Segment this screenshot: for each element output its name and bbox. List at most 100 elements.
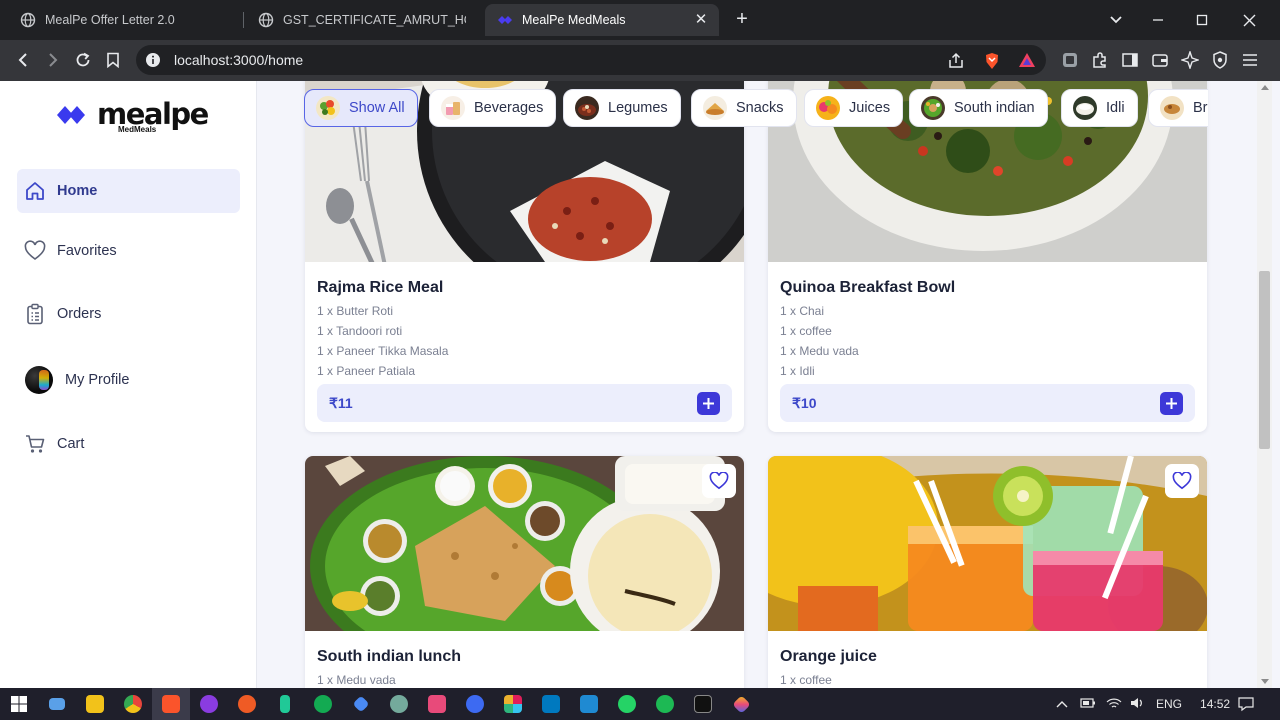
- tab-title: GST_CERTIFICATE_AMRUT_HOSPITA: [283, 13, 466, 27]
- system-tray: ENG 14:52: [1056, 688, 1230, 720]
- add-to-cart-button[interactable]: [697, 392, 720, 415]
- tab-divider: [243, 12, 244, 28]
- address-bar[interactable]: localhost:3000/home: [136, 45, 1046, 75]
- close-window-icon[interactable]: [1237, 8, 1261, 32]
- slack-icon[interactable]: [494, 688, 532, 720]
- chatgpt-icon[interactable]: [380, 688, 418, 720]
- page-scrollbar[interactable]: [1257, 81, 1272, 688]
- price-bar: ₹11: [317, 384, 732, 422]
- maximize-icon[interactable]: [1190, 8, 1214, 32]
- mongodb-icon[interactable]: [304, 688, 342, 720]
- sidebar-item-favorites[interactable]: Favorites: [17, 229, 240, 273]
- app-icon-blue-check[interactable]: [456, 688, 494, 720]
- app-icon-multicolor[interactable]: [722, 688, 760, 720]
- sidebar-item-my-profile[interactable]: My Profile: [21, 358, 244, 402]
- new-tab-button[interactable]: +: [730, 8, 754, 32]
- category-chip-show-all[interactable]: Show All: [304, 89, 418, 127]
- category-label: Show All: [349, 100, 405, 116]
- app-icon-green-bolt[interactable]: [266, 688, 304, 720]
- category-chip-juices[interactable]: Juices: [804, 89, 904, 127]
- file-explorer-icon[interactable]: [76, 688, 114, 720]
- meal-item: 1 x Chai: [780, 304, 825, 318]
- scrollbar-thumb[interactable]: [1259, 271, 1270, 449]
- back-icon[interactable]: [11, 48, 35, 72]
- sidebar: mealpe MedMeals Home Favorites Orders My…: [0, 81, 257, 688]
- chevron-up-icon[interactable]: [1056, 697, 1068, 711]
- info-icon[interactable]: [145, 52, 161, 68]
- category-chip-beverages[interactable]: Beverages: [429, 89, 557, 127]
- tab-search-icon[interactable]: [1104, 8, 1128, 32]
- scroll-down-icon[interactable]: [1261, 679, 1269, 684]
- browser-tab[interactable]: MealPe Offer Letter 2.0: [8, 4, 240, 36]
- brave-rewards-icon[interactable]: [1018, 51, 1036, 69]
- postman-icon[interactable]: [228, 688, 266, 720]
- whatsapp-icon[interactable]: [608, 688, 646, 720]
- browser-toolbar: localhost:3000/home: [0, 40, 1280, 81]
- category-chip-snacks[interactable]: Snacks: [691, 89, 797, 127]
- main-content: Rajma Rice Meal 1 x Butter Roti 1 x Tand…: [257, 81, 1257, 688]
- meal-card[interactable]: Quinoa Breakfast Bowl 1 x Chai 1 x coffe…: [768, 81, 1207, 432]
- sidebar-icon[interactable]: [1121, 51, 1139, 69]
- breakfast-icon: [1160, 96, 1184, 120]
- language-indicator[interactable]: ENG: [1156, 697, 1182, 711]
- scroll-up-icon[interactable]: [1261, 85, 1269, 90]
- wallet-icon[interactable]: [1151, 51, 1169, 69]
- add-to-cart-button[interactable]: [1160, 392, 1183, 415]
- heart-icon: [1172, 472, 1192, 490]
- browser-tab-active[interactable]: MealPe MedMeals ✕: [485, 4, 719, 36]
- clipboard-icon: [23, 302, 47, 326]
- brave-shield-icon[interactable]: [983, 52, 1001, 70]
- tab-title: MealPe MedMeals: [522, 13, 626, 27]
- wifi-icon[interactable]: [1106, 697, 1122, 712]
- minimize-icon[interactable]: [1146, 8, 1170, 32]
- spotify-icon[interactable]: [646, 688, 684, 720]
- category-label: Beverages: [474, 100, 544, 116]
- vpn-icon[interactable]: [1211, 51, 1229, 69]
- brave-browser-icon[interactable]: [152, 688, 190, 720]
- mealpe-logo[interactable]: mealpe MedMeals: [57, 97, 209, 139]
- share-icon[interactable]: [947, 52, 965, 70]
- chrome-icon[interactable]: [114, 688, 152, 720]
- forward-icon[interactable]: [41, 48, 65, 72]
- sidebar-item-orders[interactable]: Orders: [17, 292, 240, 336]
- battery-icon[interactable]: [1080, 697, 1096, 712]
- extension-icon[interactable]: [1061, 51, 1079, 69]
- favorite-button[interactable]: [702, 464, 736, 498]
- trello-icon[interactable]: [532, 688, 570, 720]
- vscode-icon[interactable]: [570, 688, 608, 720]
- puzzle-icon[interactable]: [1091, 51, 1109, 69]
- task-view-icon[interactable]: [38, 688, 76, 720]
- sidebar-item-home[interactable]: Home: [17, 169, 240, 213]
- windows-start-icon[interactable]: [0, 688, 38, 720]
- category-chip-south-indian[interactable]: South indian: [909, 89, 1048, 127]
- sidebar-item-cart[interactable]: Cart: [17, 422, 240, 466]
- gemini-icon[interactable]: [342, 688, 380, 720]
- category-label: Br: [1193, 100, 1208, 116]
- favorite-button[interactable]: [1165, 464, 1199, 498]
- app-icon-pink[interactable]: [418, 688, 456, 720]
- category-chip-breakfast[interactable]: Br: [1148, 89, 1208, 127]
- volume-icon[interactable]: [1130, 697, 1144, 712]
- app-icon-dark[interactable]: [684, 688, 722, 720]
- meal-item: 1 x Tandoori roti: [317, 324, 403, 338]
- idli-icon: [1073, 96, 1097, 120]
- close-tab-icon[interactable]: ✕: [693, 12, 709, 28]
- category-chip-idli[interactable]: Idli: [1061, 89, 1138, 127]
- meal-image: [768, 456, 1207, 631]
- bookmark-icon[interactable]: [101, 48, 125, 72]
- notification-icon[interactable]: [1238, 688, 1254, 720]
- heart-icon: [709, 472, 729, 490]
- category-filter-bar: Show All Beverages Legumes Snacks Juices…: [304, 89, 1208, 127]
- browser-tab[interactable]: GST_CERTIFICATE_AMRUT_HOSPITA: [246, 4, 478, 36]
- leo-ai-icon[interactable]: [1181, 51, 1199, 69]
- meal-item: 1 x coffee: [780, 324, 832, 338]
- clock-time[interactable]: 14:52: [1200, 697, 1230, 711]
- meal-card[interactable]: Rajma Rice Meal 1 x Butter Roti 1 x Tand…: [305, 81, 744, 432]
- meal-card[interactable]: Orange juice 1 x coffee: [768, 456, 1207, 688]
- reload-icon[interactable]: [71, 48, 95, 72]
- menu-icon[interactable]: [1241, 51, 1259, 69]
- app-icon-purple[interactable]: [190, 688, 228, 720]
- south-indian-icon: [921, 96, 945, 120]
- meal-card[interactable]: South indian lunch 1 x Medu vada: [305, 456, 744, 688]
- category-chip-legumes[interactable]: Legumes: [563, 89, 681, 127]
